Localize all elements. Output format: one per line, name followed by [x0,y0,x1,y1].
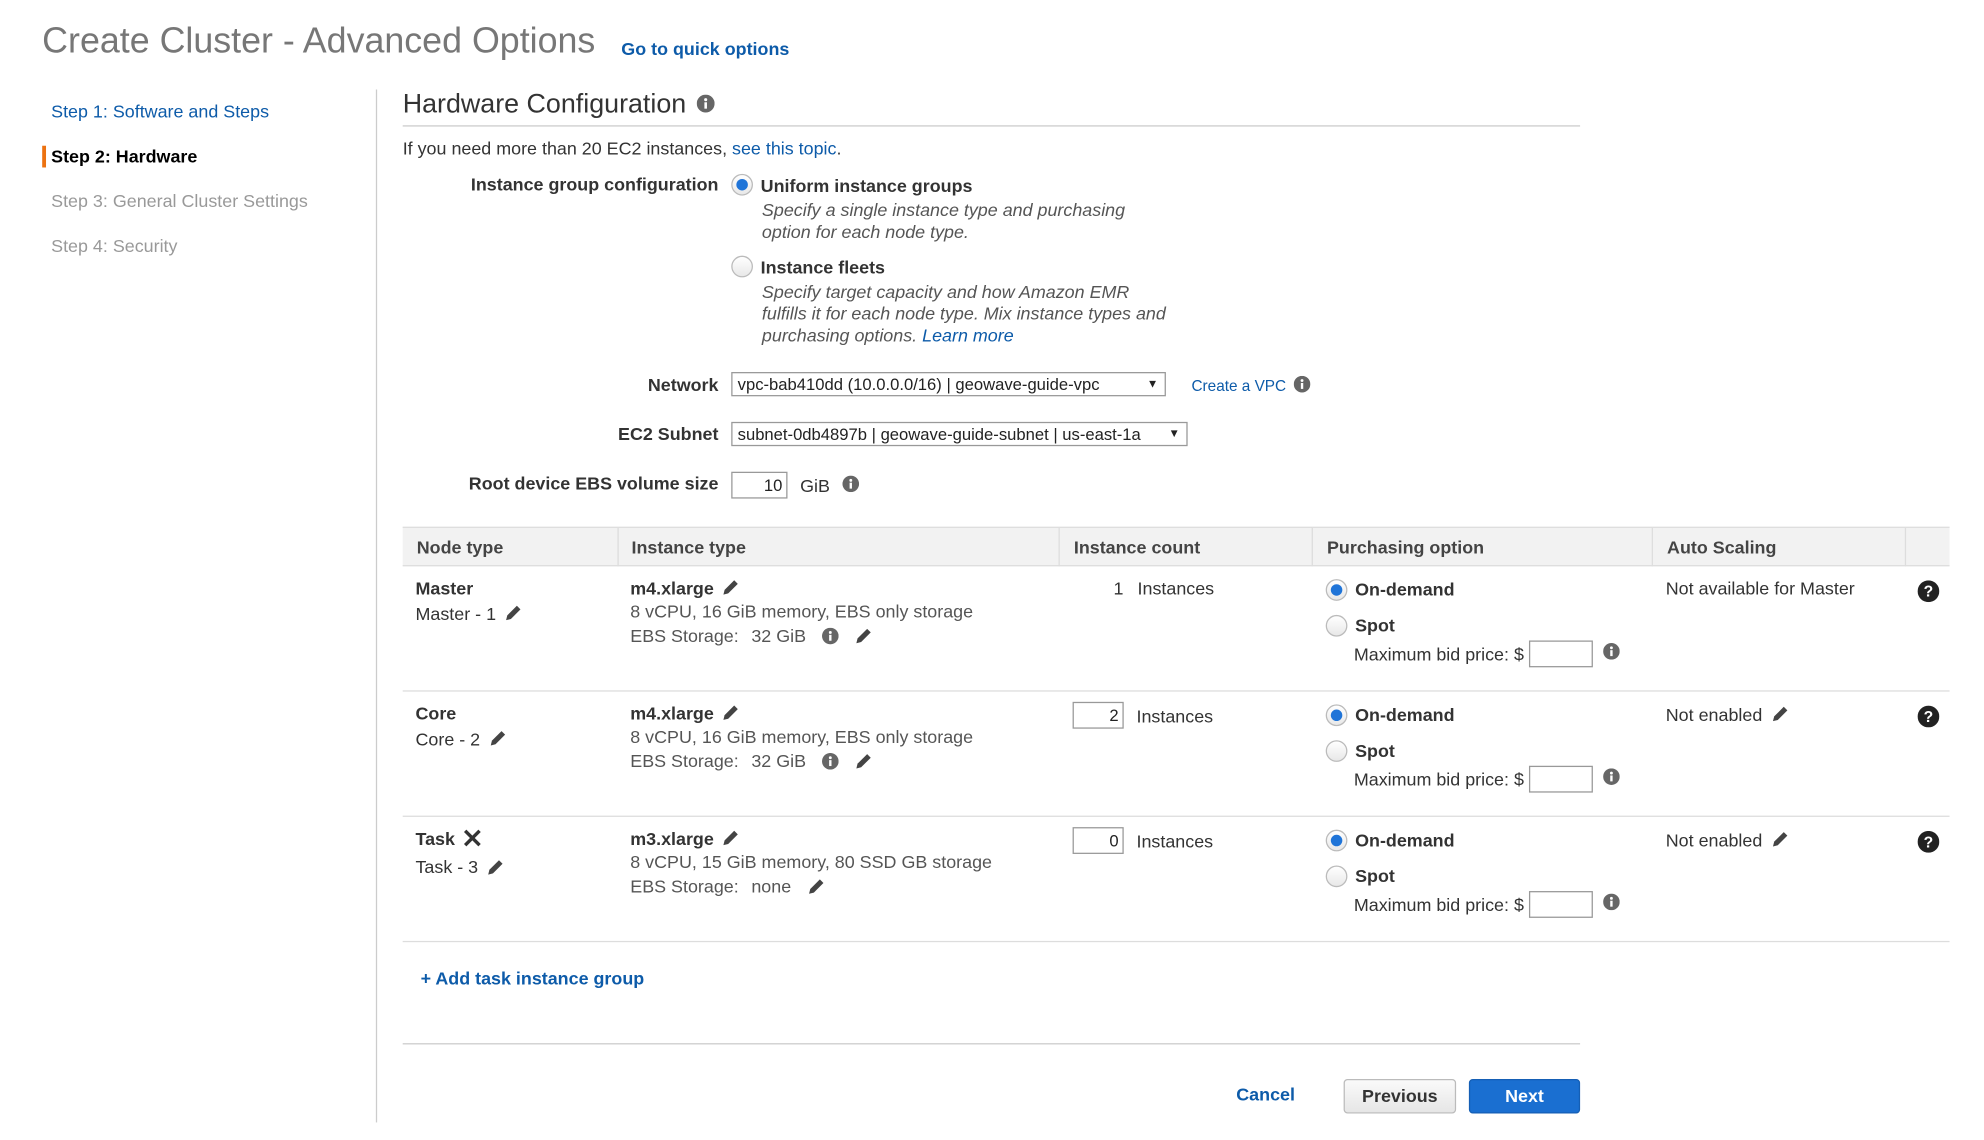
info-icon[interactable] [1603,893,1620,914]
wizard-steps-sidebar: Step 1: Software and Steps Step 2: Hardw… [42,89,378,1123]
learn-more-link[interactable]: Learn more [922,325,1014,345]
bid-price-input[interactable] [1529,765,1593,793]
network-select[interactable]: vpc-bab410dd (10.0.0.0/16) | geowave-gui… [731,372,1166,397]
spot-radio[interactable] [1325,614,1348,637]
remove-icon[interactable] [463,829,482,852]
instance-fleets-option[interactable]: Instance fleets Specify target capacity … [731,256,1166,347]
on-demand-radio[interactable] [1325,578,1348,601]
create-vpc-link[interactable]: Create a VPC [1191,377,1286,395]
dropdown-caret-icon: ▼ [1168,426,1180,440]
help-icon[interactable]: ? [1917,705,1940,734]
info-icon[interactable] [1293,375,1311,399]
ec2-subnet-label: EC2 Subnet [618,423,719,444]
spot-radio[interactable] [1325,739,1348,762]
bid-price-input[interactable] [1529,890,1593,918]
quick-options-link[interactable]: Go to quick options [621,38,789,58]
purchasing-option-cell: On-demand Spot Maximum bid price: $ [1325,828,1620,918]
task-count-input[interactable]: 0 [1072,827,1124,854]
step-hardware[interactable]: Step 2: Hardware [42,134,376,179]
pencil-icon[interactable] [721,829,740,852]
instance-limit-note: If you need more than 20 EC2 instances, … [402,138,842,159]
info-icon[interactable] [1603,643,1620,663]
table-row-master: Master Master - 1 m4.xlarge 8 vCPU, 16 G… [402,566,1950,692]
step-software-and-steps[interactable]: Step 1: Software and Steps [42,89,376,134]
dropdown-caret-icon: ▼ [1146,377,1159,390]
core-count-input[interactable]: 2 [1072,701,1124,729]
svg-text:?: ? [1924,834,1934,851]
table-row-task: Task Task - 3 m3.xlarge 8 vCPU, 15 GiB m… [402,817,1950,943]
instance-count-cell: 2 Instances [1072,701,1213,729]
root-ebs-label: Root device EBS volume size [468,473,719,494]
auto-scaling-cell: Not enabled [1666,830,1789,853]
svg-text:?: ? [1924,584,1934,601]
pencil-icon[interactable] [853,751,872,774]
purchasing-option-cell: On-demand Spot Maximum bid price: $ [1325,578,1620,667]
help-icon[interactable]: ? [1917,580,1940,608]
pencil-icon[interactable] [488,729,507,752]
node-type-cell: Master Master - 1 [415,578,522,627]
col-instance-type: Instance type [631,536,746,558]
col-purchasing-option: Purchasing option [1326,536,1485,558]
next-button[interactable]: Next [1468,1078,1581,1114]
pencil-icon[interactable] [504,604,523,627]
info-icon[interactable] [696,90,715,121]
instance-count-cell: 1 Instances [1113,577,1215,599]
cancel-button[interactable]: Cancel [1221,1079,1310,1114]
uniform-instance-groups-desc: Specify a single instance type and purch… [761,199,1126,242]
divider [402,1043,1581,1045]
auto-scaling-cell: Not available for Master [1665,577,1855,599]
instance-count-cell: 0 Instances [1072,827,1213,854]
add-task-instance-group-link[interactable]: + Add task instance group [421,968,645,988]
instance-fleets-desc: Specify target capacity and how Amazon E… [761,281,1166,346]
uniform-instance-groups-title: Uniform instance groups [760,174,973,196]
section-title-text: Hardware Configuration [402,89,687,119]
uniform-instance-groups-option[interactable]: Uniform instance groups Specify a single… [731,174,1125,243]
info-icon[interactable] [821,752,839,772]
on-demand-radio[interactable] [1325,704,1348,726]
help-icon[interactable]: ? [1917,830,1940,859]
uniform-instance-groups-radio[interactable] [731,174,753,196]
instance-type-cell: m4.xlarge 8 vCPU, 16 GiB memory, EBS onl… [630,578,973,649]
info-icon[interactable] [821,627,839,647]
on-demand-radio[interactable] [1325,829,1348,852]
ec2-subnet-select[interactable]: subnet-0db4897b | geowave-guide-subnet |… [731,421,1188,447]
pencil-icon[interactable] [807,876,826,899]
pencil-icon[interactable] [853,626,872,649]
page-title: Create Cluster - Advanced Options [42,20,596,61]
instance-fleets-radio[interactable] [731,256,753,278]
previous-button[interactable]: Previous [1343,1078,1457,1114]
node-table-header: Node type Instance type Instance count P… [402,526,1950,567]
col-node-type: Node type [416,536,504,558]
col-auto-scaling: Auto Scaling [1667,536,1777,558]
pencil-icon[interactable] [721,703,740,726]
pencil-icon[interactable] [721,578,740,601]
node-type-cell: Core Core - 2 [415,703,507,752]
pencil-icon[interactable] [1770,705,1789,728]
network-label: Network [647,374,719,396]
instance-group-config-label: Instance group configuration [470,173,719,195]
info-icon[interactable] [1603,768,1620,788]
root-ebs-unit: GiB [800,474,830,496]
instance-fleets-title: Instance fleets [760,256,885,278]
node-type-cell: Task Task - 3 [415,828,505,880]
bid-price-input[interactable] [1529,639,1593,667]
svg-text:?: ? [1924,709,1934,726]
section-title: Hardware Configuration [402,89,1581,127]
root-ebs-input[interactable]: 10 [731,471,788,499]
pencil-icon[interactable] [1770,830,1789,853]
pencil-icon[interactable] [486,857,505,880]
auto-scaling-cell: Not enabled [1666,704,1789,727]
table-row-core: Core Core - 2 m4.xlarge 8 vCPU, 16 GiB m… [402,692,1950,817]
col-instance-count: Instance count [1073,536,1201,558]
spot-radio[interactable] [1325,864,1348,887]
step-security: Step 4: Security [51,235,178,256]
info-icon[interactable] [842,474,860,495]
step-general-cluster-settings: Step 3: General Cluster Settings [51,190,308,211]
root-ebs-field: 10 GiB [731,471,860,499]
instance-type-cell: m4.xlarge 8 vCPU, 16 GiB memory, EBS onl… [630,703,973,774]
instance-type-cell: m3.xlarge 8 vCPU, 15 GiB memory, 80 SSD … [630,828,992,899]
see-this-topic-link[interactable]: see this topic [732,138,836,158]
purchasing-option-cell: On-demand Spot Maximum bid price: $ [1325,703,1620,793]
